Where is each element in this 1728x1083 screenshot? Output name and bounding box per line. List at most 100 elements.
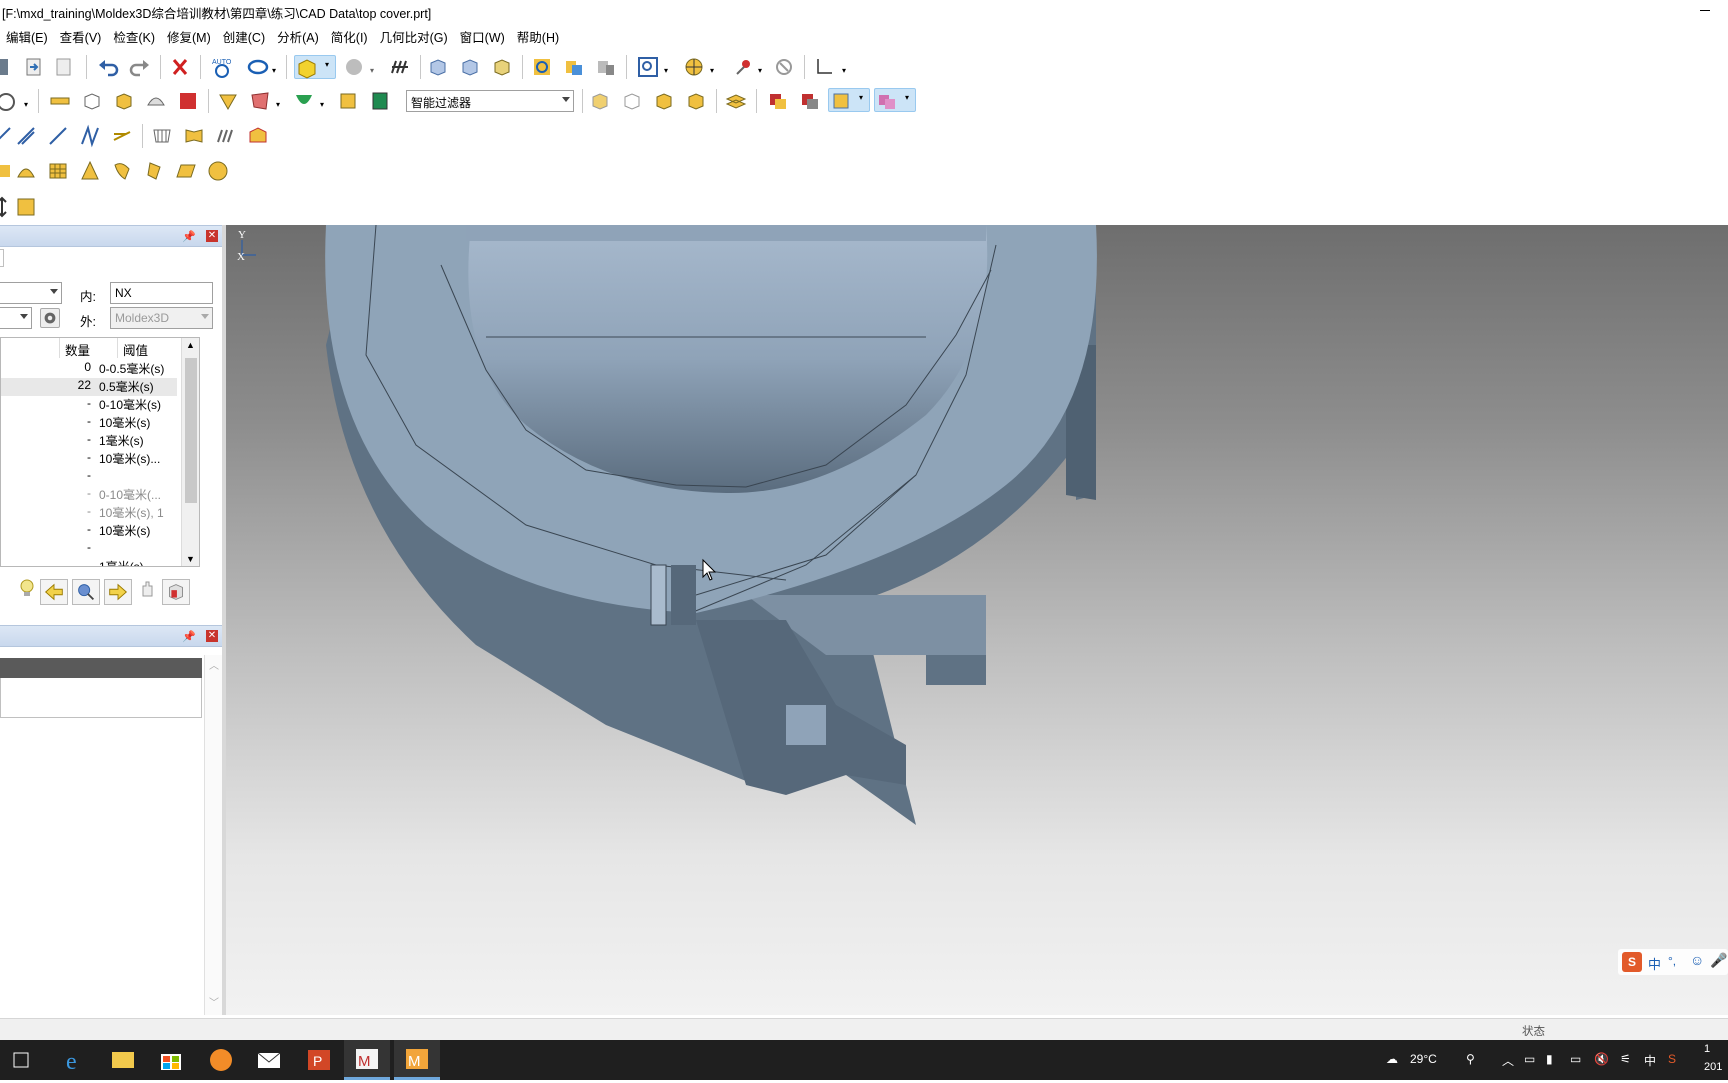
transform-icon[interactable] [14, 195, 38, 219]
patch-tool-icon[interactable] [182, 124, 206, 148]
menu-window[interactable]: 窗口(W) [454, 24, 511, 46]
previous-button[interactable] [40, 579, 68, 605]
grid-surface-icon[interactable] [248, 89, 272, 113]
table-row[interactable]: 0 0-0.5毫米(s) [1, 360, 177, 378]
microphone-icon[interactable]: 🎤 [1710, 952, 1727, 969]
wifi-icon[interactable]: ⚟ [1620, 1052, 1631, 1066]
zoom-icon[interactable] [636, 55, 660, 79]
split-edge-icon[interactable] [78, 124, 102, 148]
menu-simplify[interactable]: 简化(I) [325, 24, 374, 46]
chevron-down-icon[interactable]: ▾ [24, 100, 28, 109]
chevron-down-icon[interactable]: ▾ [370, 66, 374, 75]
edge-browser-icon[interactable]: e [52, 1040, 98, 1080]
redo-icon[interactable] [128, 55, 152, 79]
mail-icon[interactable] [246, 1040, 292, 1080]
box-solid-icon[interactable] [112, 89, 136, 113]
thickness-icon[interactable] [368, 89, 392, 113]
store-icon[interactable] [148, 1040, 194, 1080]
curve-tool-icon[interactable] [0, 124, 14, 148]
clear-icon[interactable] [772, 55, 796, 79]
scroll-down-icon[interactable]: ▼ [186, 554, 195, 564]
menu-repair[interactable]: 修复(M) [161, 24, 217, 46]
moldex-app-icon[interactable]: M [344, 1040, 390, 1080]
part-model[interactable]: Y Z X [226, 225, 1728, 1015]
chevron-down-icon[interactable]: ▾ [320, 100, 324, 109]
network-device-icon[interactable]: ▭ [1524, 1052, 1535, 1066]
dome-icon[interactable] [144, 89, 168, 113]
pin-icon[interactable]: 📌 [182, 630, 196, 643]
fill-tool-icon[interactable] [246, 124, 270, 148]
menu-check[interactable]: 检查(K) [107, 24, 161, 46]
body-select-icon[interactable] [652, 89, 676, 113]
chevron-down-icon[interactable]: ▾ [710, 66, 714, 75]
second-panel-scrollbar[interactable]: ︿ ﹀ [204, 655, 222, 1015]
table-row[interactable]: 22 0.5毫米(s) [1, 378, 177, 396]
clock-date[interactable]: 201 [1704, 1061, 1722, 1073]
cube-side-icon[interactable] [490, 55, 514, 79]
sogou-icon[interactable]: S [1622, 952, 1642, 972]
check-type-select[interactable] [0, 282, 62, 304]
chevron-down-icon[interactable]: ▾ [664, 66, 668, 75]
delete-icon[interactable] [168, 55, 192, 79]
pin-icon[interactable] [732, 55, 756, 79]
table-row[interactable]: -0-10毫米(... [1, 486, 177, 504]
overlay-mode-button[interactable]: ▾ [874, 88, 916, 112]
chevron-down-icon[interactable]: ▾ [276, 100, 280, 109]
sogou-tray-icon[interactable]: S [1668, 1052, 1676, 1066]
sphere-view-icon[interactable] [342, 55, 366, 79]
show-hidden-icon[interactable]: ︿ [1502, 1052, 1514, 1069]
axis-icon[interactable] [812, 55, 836, 79]
cube-front-icon[interactable] [426, 55, 450, 79]
scroll-thumb[interactable] [185, 358, 197, 503]
surface-icon[interactable] [216, 89, 240, 113]
menu-view[interactable]: 查看(V) [54, 24, 108, 46]
close-icon[interactable]: ✕ [206, 630, 218, 642]
plane-icon[interactable] [0, 159, 14, 183]
table-row[interactable]: -10毫米(s) [1, 522, 177, 540]
edge-select-icon[interactable] [620, 89, 644, 113]
hide-icon[interactable] [766, 89, 790, 113]
chevron-down-icon[interactable]: ▾ [272, 66, 276, 75]
parallelogram-icon[interactable] [174, 159, 198, 183]
table-row[interactable]: 1毫米(s) [1, 558, 177, 566]
mesh-icon[interactable] [388, 55, 412, 79]
temperature[interactable]: 29°C [1410, 1052, 1437, 1066]
table-row[interactable]: - [1, 540, 177, 558]
extend-edge-icon[interactable] [110, 124, 134, 148]
table-row[interactable]: -10毫米(s), 1 [1, 504, 177, 522]
mode-select[interactable] [0, 307, 32, 329]
measure-icon[interactable] [48, 89, 72, 113]
table-row[interactable]: -10毫米(s) [1, 414, 177, 432]
grid-tool-icon[interactable] [150, 124, 174, 148]
shaded-view-button[interactable]: ▾ [294, 55, 336, 79]
ime-lang[interactable]: 中 [1648, 954, 1661, 973]
table-row[interactable]: -0-10毫米(s) [1, 396, 177, 414]
layers-icon[interactable] [724, 89, 748, 113]
menu-geometry-compare[interactable]: 几何比对(G) [374, 24, 454, 46]
browser-icon[interactable] [198, 1040, 244, 1080]
ime-toolbar[interactable]: S 中 °, ☺ 🎤 [1618, 949, 1728, 975]
multi-select-icon[interactable] [684, 89, 708, 113]
pin-icon[interactable]: 📌 [182, 230, 196, 243]
cylinder-icon[interactable] [142, 159, 166, 183]
menu-edit[interactable]: 编辑(E) [0, 24, 54, 46]
refresh-icon[interactable] [530, 55, 554, 79]
powerpoint-icon[interactable]: P [296, 1040, 342, 1080]
moldex-studio-icon[interactable]: M [394, 1040, 440, 1080]
sphere-icon[interactable] [206, 159, 230, 183]
chevron-down-icon[interactable]: ▾ [758, 66, 762, 75]
line-tool-icon[interactable] [46, 124, 70, 148]
rule-icon[interactable] [176, 89, 200, 113]
scroll-up-icon[interactable]: ︿ [209, 657, 219, 672]
battery-icon[interactable]: ▭ [1570, 1052, 1581, 1066]
undo-icon[interactable] [96, 55, 120, 79]
rotate-icon[interactable] [246, 55, 270, 79]
smart-filter-select[interactable]: 智能过滤器 [406, 90, 574, 112]
save-icon[interactable] [0, 55, 14, 79]
table-row[interactable]: - [1, 468, 177, 486]
people-icon[interactable]: ⚲ [1466, 1052, 1475, 1066]
menu-analyze[interactable]: 分析(A) [271, 24, 325, 46]
curvature-icon[interactable] [292, 89, 316, 113]
menu-help[interactable]: 帮助(H) [511, 24, 565, 46]
tray-lang[interactable]: 中 [1644, 1052, 1656, 1069]
